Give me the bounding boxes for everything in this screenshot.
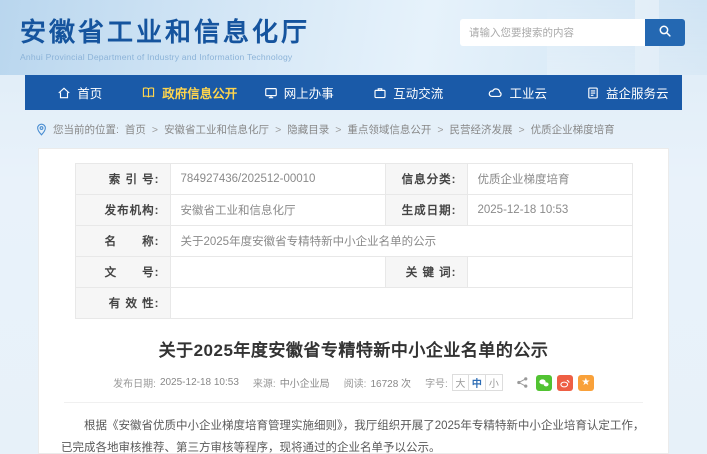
- home-icon: [57, 86, 71, 100]
- nav-item-industry-cloud[interactable]: 工业云: [463, 75, 573, 110]
- generated-date-value: 2025-12-18 10:53: [467, 195, 632, 226]
- table-row: 名 称: 关于2025年度安徽省专精特新中小企业名单的公示: [75, 226, 632, 257]
- cloud-icon: [488, 85, 503, 100]
- favorite-icon[interactable]: ★: [578, 375, 594, 391]
- site-header: 安徽省工业和信息化厅 Anhui Provincial Department o…: [0, 0, 707, 75]
- index-number-label: 索 引 号:: [75, 164, 170, 195]
- monitor-icon: [264, 86, 278, 100]
- info-category-label: 信息分类:: [385, 164, 467, 195]
- table-row: 索 引 号: 784927436/202512-00010 信息分类: 优质企业…: [75, 164, 632, 195]
- search-box: [460, 19, 685, 46]
- wechat-icon[interactable]: [536, 375, 552, 391]
- publisher-value: 安徽省工业和信息化厅: [170, 195, 385, 226]
- table-row: 有 效 性:: [75, 288, 632, 319]
- views-label: 阅读:: [344, 375, 367, 390]
- nav-item-online-services[interactable]: 网上办事: [244, 75, 354, 110]
- table-row: 文 号: 关 键 词:: [75, 257, 632, 288]
- name-value: 关于2025年度安徽省专精特新中小企业名单的公示: [170, 226, 632, 257]
- generated-date-label: 生成日期:: [385, 195, 467, 226]
- nav-item-label: 工业云: [509, 83, 547, 102]
- font-size-label: 字号:: [425, 375, 448, 390]
- nav-item-label: 网上办事: [284, 83, 334, 102]
- validity-value: [170, 288, 632, 319]
- nav-item-label: 互动交流: [393, 83, 443, 102]
- source-value: 中小企业局: [280, 375, 330, 390]
- font-size-large-button[interactable]: 大: [452, 374, 469, 391]
- site-title: 安徽省工业和信息化厅: [20, 12, 310, 49]
- validity-label: 有 效 性:: [75, 288, 170, 319]
- site-brand: 安徽省工业和信息化厅 Anhui Provincial Department o…: [20, 12, 310, 62]
- breadcrumb-prefix: 您当前的位置:: [53, 122, 119, 137]
- location-pin-icon: [36, 123, 47, 136]
- nav-item-label: 政府信息公开: [162, 83, 237, 102]
- keywords-value: [467, 257, 632, 288]
- nav-item-interaction[interactable]: 互动交流: [354, 75, 464, 110]
- views-value: 16728 次: [370, 375, 411, 390]
- share-buttons: ★: [515, 375, 594, 391]
- main-nav: 首页 政府信息公开 网上办事 互动交流 工业云 益企服务云: [25, 75, 682, 110]
- share-icon[interactable]: [515, 375, 531, 391]
- article-paragraph: 根据《安徽省优质中小企业梯度培育管理实施细则》，我厅组织开展了2025年专精特新…: [61, 415, 646, 454]
- breadcrumb-item-department[interactable]: 安徽省工业和信息化厅: [146, 122, 269, 137]
- search-icon: [658, 24, 672, 41]
- weibo-icon[interactable]: [557, 375, 573, 391]
- publisher-label: 发布机构:: [75, 195, 170, 226]
- source-label: 来源:: [253, 375, 276, 390]
- article-title: 关于2025年度安徽省专精特新中小企业名单的公示: [39, 336, 668, 361]
- breadcrumb-item-key-info[interactable]: 重点领域信息公开: [329, 122, 431, 137]
- font-size-small-button[interactable]: 小: [486, 374, 503, 391]
- search-button[interactable]: [645, 19, 685, 46]
- publish-date-value: 2025-12-18 10:53: [160, 377, 239, 388]
- index-number-value: 784927436/202512-00010: [170, 164, 385, 195]
- publish-date-label: 发布日期:: [113, 375, 156, 390]
- doc-number-value: [170, 257, 385, 288]
- content-card: 索 引 号: 784927436/202512-00010 信息分类: 优质企业…: [38, 148, 669, 454]
- breadcrumb-item-home[interactable]: 首页: [125, 122, 146, 137]
- info-table: 索 引 号: 784927436/202512-00010 信息分类: 优质企业…: [75, 163, 633, 319]
- doc-number-label: 文 号:: [75, 257, 170, 288]
- font-size-medium-button[interactable]: 中: [469, 374, 486, 391]
- breadcrumb-item-enterprise-cultivation[interactable]: 优质企业梯度培育: [512, 122, 614, 137]
- info-category-value: 优质企业梯度培育: [467, 164, 632, 195]
- font-size-selector: 大 中 小: [452, 374, 503, 391]
- briefcase-icon: [373, 86, 387, 100]
- article-meta: 发布日期: 2025-12-18 10:53 来源: 中小企业局 阅读: 167…: [64, 374, 643, 403]
- name-label: 名 称:: [75, 226, 170, 257]
- nav-item-enterprise-service-cloud[interactable]: 益企服务云: [573, 75, 683, 110]
- nav-item-gov-info[interactable]: 政府信息公开: [135, 75, 245, 110]
- breadcrumb-item-private-economy[interactable]: 民营经济发展: [431, 122, 512, 137]
- site-subtitle: Anhui Provincial Department of Industry …: [20, 52, 310, 62]
- search-input[interactable]: [460, 19, 645, 46]
- nav-item-label: 首页: [77, 83, 102, 102]
- nav-item-label: 益企服务云: [606, 83, 669, 102]
- breadcrumb: 您当前的位置: 首页 安徽省工业和信息化厅 隐藏目录 重点领域信息公开 民营经济…: [36, 110, 671, 148]
- nav-item-home[interactable]: 首页: [25, 75, 135, 110]
- keywords-label: 关 键 词:: [385, 257, 467, 288]
- article-body: 根据《安徽省优质中小企业梯度培育管理实施细则》，我厅组织开展了2025年专精特新…: [39, 403, 668, 454]
- breadcrumb-item-hidden-directory[interactable]: 隐藏目录: [269, 122, 329, 137]
- open-book-icon: [141, 85, 156, 100]
- document-icon: [586, 86, 600, 100]
- table-row: 发布机构: 安徽省工业和信息化厅 生成日期: 2025-12-18 10:53: [75, 195, 632, 226]
